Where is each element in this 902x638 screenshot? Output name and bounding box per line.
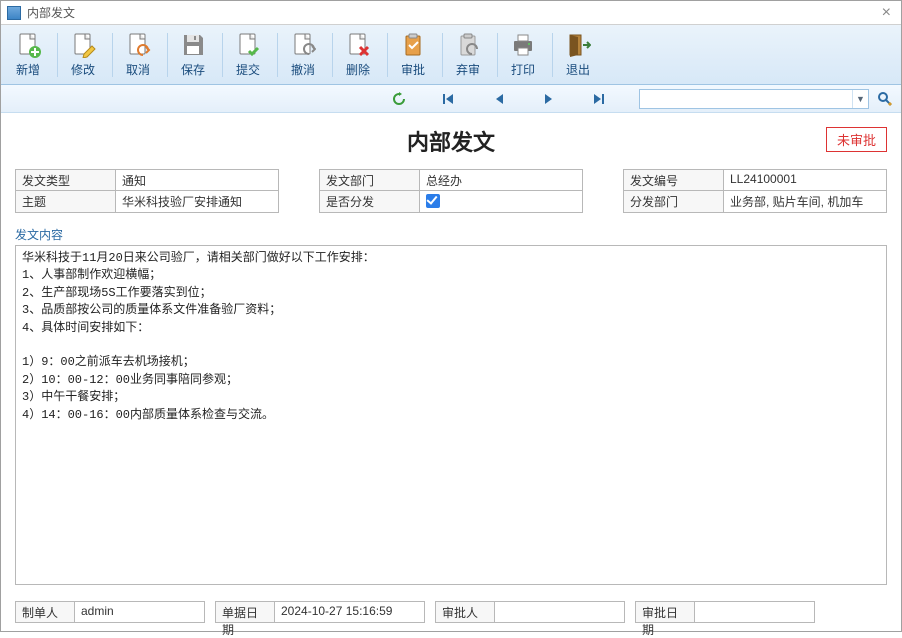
page-check-icon [233, 31, 263, 59]
label-doc-no: 发文编号 [623, 169, 723, 191]
main-toolbar: 新增 修改 取消 保存 提交 撤消 删除 [1, 25, 901, 85]
window-title: 内部发文 [27, 4, 75, 21]
field-approve-date [695, 601, 815, 623]
edit-button[interactable]: 修改 [60, 28, 106, 82]
exit-button[interactable]: 退出 [555, 28, 601, 82]
new-button[interactable]: 新增 [5, 28, 51, 82]
field-creator: admin [75, 601, 205, 623]
search-input[interactable] [640, 92, 852, 106]
page-undo-icon [123, 31, 153, 59]
field-bill-date: 2024-10-27 15:16:59 [275, 601, 425, 623]
status-badge: 未审批 [826, 127, 887, 152]
label-distribute-flag: 是否分发 [319, 191, 419, 213]
search-combo[interactable]: ▼ [639, 89, 869, 109]
app-icon [7, 6, 21, 20]
footer-fields: 制单人 admin 单据日期 2024-10-27 15:16:59 审批人 审… [15, 601, 887, 623]
page-delete-icon [343, 31, 373, 59]
checkbox-checked-icon [426, 194, 440, 208]
door-exit-icon [563, 31, 593, 59]
refresh-icon[interactable] [389, 89, 409, 109]
nav-last-icon[interactable] [589, 89, 609, 109]
field-distribute-flag[interactable] [419, 191, 583, 213]
print-label: 打印 [511, 61, 535, 78]
document-header: 内部发文 未审批 [15, 121, 887, 161]
label-approver: 审批人 [435, 601, 495, 623]
revoke-label: 撤消 [291, 61, 315, 78]
label-doc-type: 发文类型 [15, 169, 115, 191]
label-subject: 主题 [15, 191, 115, 213]
page-plus-icon [13, 31, 43, 59]
field-dept[interactable]: 总经办 [419, 169, 583, 191]
document-form: 内部发文 未审批 发文类型 通知 主题 华米科技验厂安排通知 发文部门 总经办 … [1, 113, 901, 633]
field-doc-type[interactable]: 通知 [115, 169, 279, 191]
nav-prev-icon[interactable] [489, 89, 509, 109]
label-distribute-dept: 分发部门 [623, 191, 723, 213]
label-creator: 制单人 [15, 601, 75, 623]
abandon-button[interactable]: 弃审 [445, 28, 491, 82]
page-title: 内部发文 [407, 125, 495, 157]
save-icon [178, 31, 208, 59]
cancel-button[interactable]: 取消 [115, 28, 161, 82]
abandon-label: 弃审 [456, 61, 480, 78]
approve-button[interactable]: 审批 [390, 28, 436, 82]
edit-label: 修改 [71, 61, 95, 78]
search-icon[interactable] [875, 89, 895, 109]
nav-first-icon[interactable] [439, 89, 459, 109]
field-distribute-dept[interactable]: 业务部, 贴片车间, 机加车 [723, 191, 887, 213]
page-edit-icon [68, 31, 98, 59]
delete-label: 删除 [346, 61, 370, 78]
revoke-button[interactable]: 撤消 [280, 28, 326, 82]
print-button[interactable]: 打印 [500, 28, 546, 82]
navigation-bar: ▼ [1, 85, 901, 113]
nav-next-icon[interactable] [539, 89, 559, 109]
submit-label: 提交 [236, 61, 260, 78]
clipboard-check-icon [398, 31, 428, 59]
close-icon[interactable]: × [878, 4, 895, 22]
new-label: 新增 [16, 61, 40, 78]
page-revoke-icon [288, 31, 318, 59]
approve-label: 审批 [401, 61, 425, 78]
field-doc-no[interactable]: LL24100001 [723, 169, 887, 191]
exit-label: 退出 [566, 61, 590, 78]
printer-icon [508, 31, 538, 59]
field-content[interactable]: 华米科技于11月20日来公司验厂，请相关部门做好以下工作安排： 1、人事部制作欢… [15, 245, 887, 585]
save-label: 保存 [181, 61, 205, 78]
clipboard-undo-icon [453, 31, 483, 59]
save-button[interactable]: 保存 [170, 28, 216, 82]
field-approver [495, 601, 625, 623]
field-subject[interactable]: 华米科技验厂安排通知 [115, 191, 279, 213]
dropdown-icon[interactable]: ▼ [852, 90, 868, 108]
label-approve-date: 审批日期 [635, 601, 695, 623]
submit-button[interactable]: 提交 [225, 28, 271, 82]
delete-button[interactable]: 删除 [335, 28, 381, 82]
label-content: 发文内容 [15, 226, 887, 243]
header-fields-row: 发文类型 通知 主题 华米科技验厂安排通知 发文部门 总经办 是否分发 发文编号… [15, 169, 887, 213]
label-dept: 发文部门 [319, 169, 419, 191]
cancel-label: 取消 [126, 61, 150, 78]
label-bill-date: 单据日期 [215, 601, 275, 623]
window-titlebar: 内部发文 × [1, 1, 901, 25]
